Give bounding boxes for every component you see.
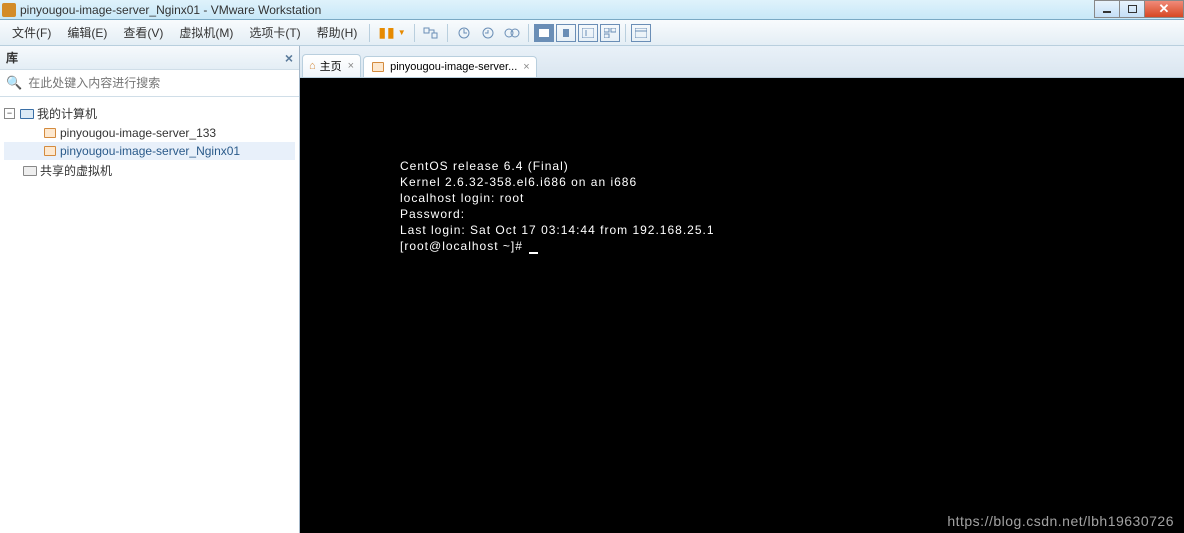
- collapse-icon[interactable]: −: [4, 108, 15, 119]
- tool-connect-button[interactable]: [421, 23, 441, 43]
- console-line: Last login: Sat Oct 17 03:14:44 from 192…: [400, 222, 1184, 238]
- chevron-down-icon: ▼: [398, 28, 406, 37]
- console-view-icon: [582, 28, 594, 38]
- tree-shared-vms[interactable]: 共享的虚拟机: [4, 160, 295, 181]
- minimize-button[interactable]: [1094, 0, 1120, 18]
- menubar: 文件(F) 编辑(E) 查看(V) 虚拟机(M) 选项卡(T) 帮助(H) ▮▮…: [0, 20, 1184, 46]
- menu-edit[interactable]: 编辑(E): [59, 22, 115, 43]
- tree-vm-item[interactable]: pinyougou-image-server_133: [4, 124, 295, 142]
- tool-snapshot-button[interactable]: [454, 23, 474, 43]
- console-line: Kernel 2.6.32-358.el6.i686 on an i686: [400, 174, 1184, 190]
- tab-close-button[interactable]: ×: [523, 61, 529, 73]
- view-thumbnail-button[interactable]: [600, 24, 620, 42]
- watermark: https://blog.csdn.net/lbh19630726: [947, 513, 1174, 529]
- menu-tabs[interactable]: 选项卡(T): [241, 22, 308, 43]
- vm-icon: [42, 126, 58, 140]
- library-close-button[interactable]: ×: [285, 50, 293, 66]
- tree-my-computer[interactable]: − 我的计算机: [4, 103, 295, 124]
- thumbnail-icon: [604, 28, 616, 38]
- shared-icon: [22, 164, 38, 178]
- vm-console[interactable]: CentOS release 6.4 (Final) Kernel 2.6.32…: [300, 78, 1184, 533]
- close-button[interactable]: ✕: [1144, 0, 1184, 18]
- tab-vm[interactable]: pinyougou-image-server... ×: [363, 56, 537, 77]
- library-icon: [635, 28, 647, 38]
- snapshot-manager-icon: [504, 26, 520, 40]
- main-area: ⌂ 主页 × pinyougou-image-server... × CentO…: [300, 46, 1184, 533]
- view-console-button[interactable]: [578, 24, 598, 42]
- menu-file[interactable]: 文件(F): [4, 22, 59, 43]
- sidebar: 库 × 🔍 − 我的计算机 pinyougou-image-server_133…: [0, 46, 300, 533]
- console-line: CentOS release 6.4 (Final): [400, 158, 1184, 174]
- unity-icon: [563, 29, 569, 37]
- view-fullscreen-button[interactable]: [534, 24, 554, 42]
- pause-vm-button[interactable]: ▮▮ ▼: [378, 24, 405, 41]
- app-icon: [2, 3, 16, 17]
- tree-label: pinyougou-image-server_Nginx01: [60, 144, 240, 158]
- home-icon: ⌂: [309, 60, 316, 72]
- tree-label: 我的计算机: [37, 105, 97, 122]
- revert-icon: [481, 26, 495, 40]
- view-library-button[interactable]: [631, 24, 651, 42]
- tree-vm-item[interactable]: pinyougou-image-server_Nginx01: [4, 142, 295, 160]
- cursor-icon: [529, 252, 538, 254]
- tool-revert-button[interactable]: [478, 23, 498, 43]
- connect-icon: [423, 26, 439, 40]
- tab-home[interactable]: ⌂ 主页 ×: [302, 54, 361, 77]
- tab-label: 主页: [320, 58, 342, 74]
- tree-label: 共享的虚拟机: [40, 162, 112, 179]
- vm-tree: − 我的计算机 pinyougou-image-server_133 pinyo…: [0, 97, 299, 533]
- search-row: 🔍: [0, 70, 299, 97]
- window-titlebar: pinyougou-image-server_Nginx01 - VMware …: [0, 0, 1184, 20]
- search-input[interactable]: [26, 74, 293, 92]
- window-controls: ✕: [1095, 0, 1184, 18]
- console-line: localhost login: root: [400, 190, 1184, 206]
- window-title: pinyougou-image-server_Nginx01 - VMware …: [20, 3, 321, 17]
- pause-icon: ▮▮: [378, 24, 395, 41]
- console-prompt: [root@localhost ~]#: [400, 238, 1184, 254]
- library-header: 库 ×: [0, 46, 299, 70]
- snapshot-icon: [457, 26, 471, 40]
- monitor-icon: [19, 107, 35, 121]
- menu-vm[interactable]: 虚拟机(M): [171, 22, 241, 43]
- tool-snapshot-manager-button[interactable]: [502, 23, 522, 43]
- maximize-button[interactable]: [1119, 0, 1145, 18]
- tab-bar: ⌂ 主页 × pinyougou-image-server... ×: [300, 46, 1184, 78]
- fullscreen-icon: [539, 29, 549, 37]
- tab-close-button[interactable]: ×: [348, 60, 354, 72]
- library-title: 库: [6, 49, 18, 66]
- menu-help[interactable]: 帮助(H): [309, 22, 366, 43]
- search-icon: 🔍: [6, 75, 22, 91]
- menu-view[interactable]: 查看(V): [115, 22, 171, 43]
- console-line: Password:: [400, 206, 1184, 222]
- tree-label: pinyougou-image-server_133: [60, 126, 216, 140]
- tab-label: pinyougou-image-server...: [390, 61, 517, 73]
- view-unity-button[interactable]: [556, 24, 576, 42]
- vm-icon: [42, 144, 58, 158]
- vm-icon: [370, 60, 386, 74]
